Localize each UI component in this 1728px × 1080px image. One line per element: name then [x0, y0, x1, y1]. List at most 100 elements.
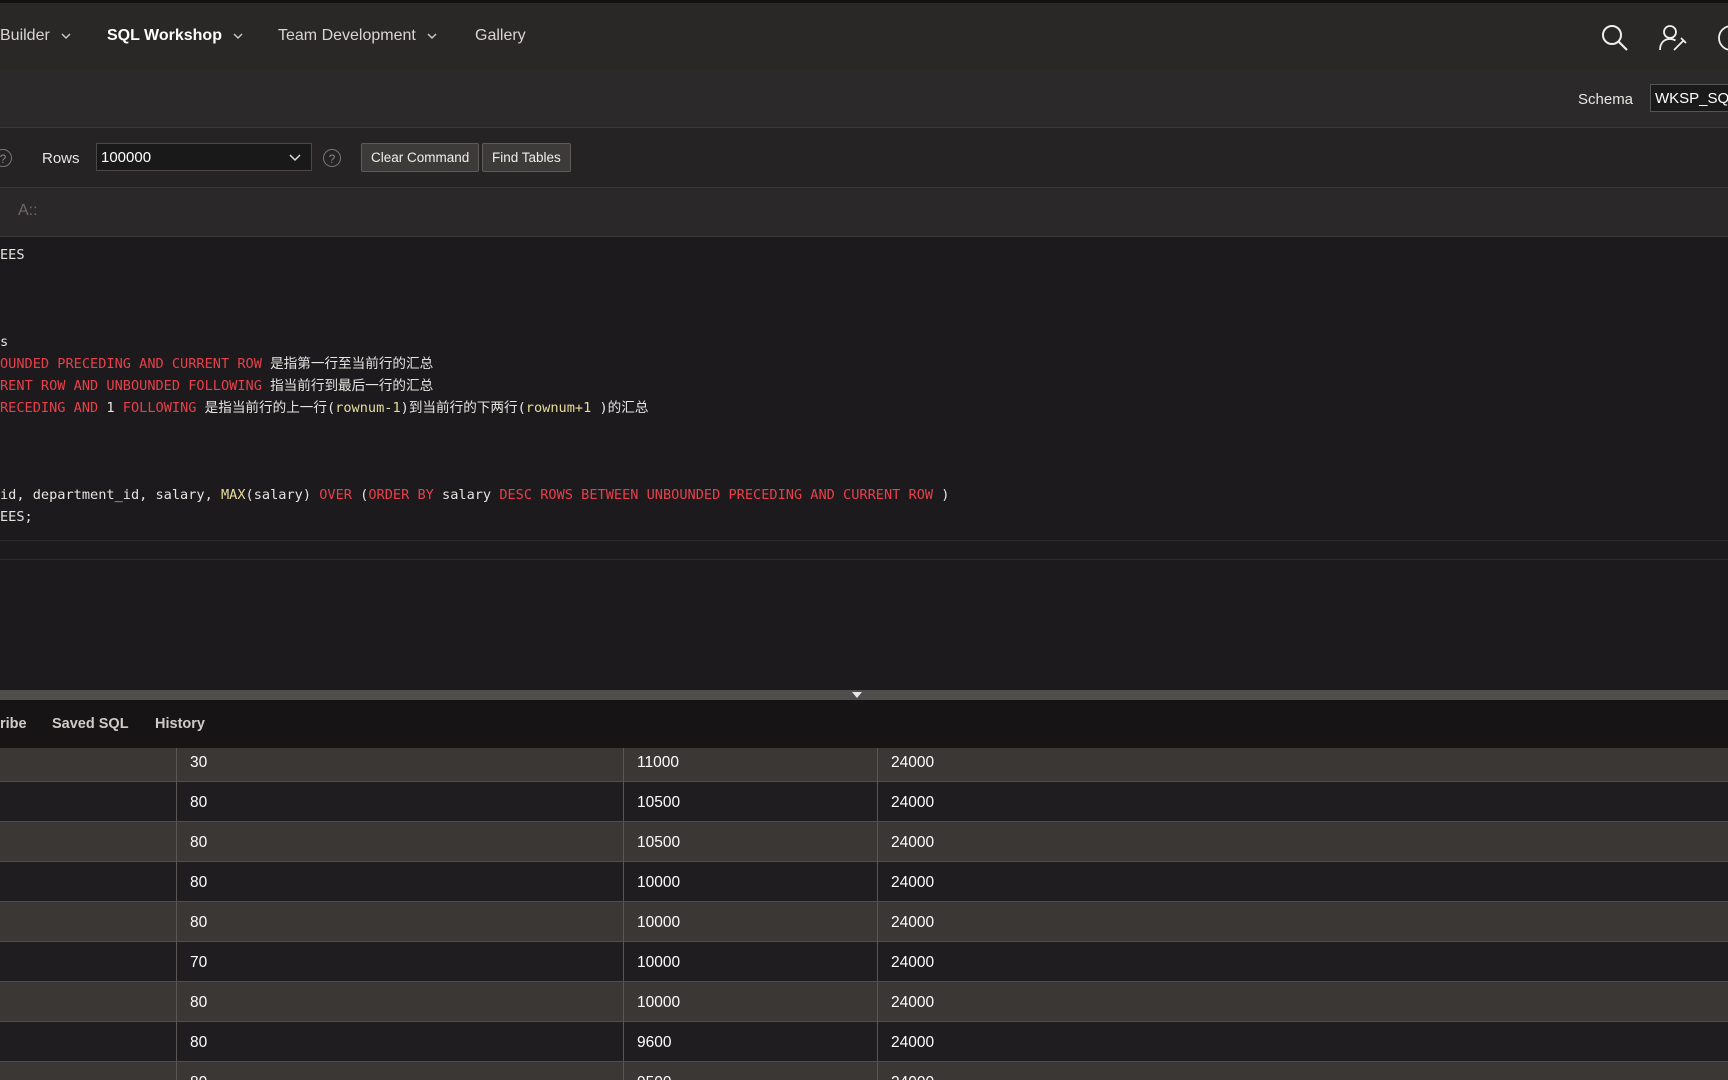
table-row: 70 10000 24000 [0, 942, 1728, 982]
code-token: ORDER BY [368, 486, 434, 503]
nav-gallery[interactable]: Gallery [475, 3, 526, 69]
table-cell: 10000 [637, 914, 681, 931]
editor-toolbar: A:: [0, 188, 1728, 237]
help-icon[interactable] [1716, 23, 1728, 53]
chevron-down-icon [427, 33, 437, 39]
tab-describe[interactable]: ribe [0, 716, 27, 732]
chevron-down-icon [289, 154, 301, 162]
table-row: 80 9600 24000 [0, 1022, 1728, 1062]
tab-history[interactable]: History [155, 716, 205, 732]
code-token: 1 [98, 399, 123, 416]
code-token: 指当前行到最后一行的汇总 [261, 377, 434, 394]
code-line[interactable]: s [0, 332, 8, 352]
results-table: 30 11000 24000 80 10500 24000 80 10500 24000 80 10… [0, 748, 1728, 1080]
table-cell: 24000 [877, 1062, 934, 1080]
table-cell: 80 [190, 994, 208, 1011]
command-toolbar: ? Rows 100000 ? Clear Command Find Table… [0, 128, 1728, 188]
code-token: rownum+1 [525, 399, 592, 416]
code-line[interactable]: RENT ROW AND UNBOUNDED FOLLOWING 指当前行到最后… [0, 376, 433, 396]
search-icon[interactable] [1600, 23, 1630, 53]
table-row: 80 10500 24000 [0, 782, 1728, 822]
code-token: OUNDED PRECEDING AND CURRENT ROW [0, 356, 262, 372]
table-cell: 11000 [637, 754, 679, 771]
table-cell: 80 [190, 1034, 208, 1051]
table-row: 80 9500 24000 [0, 1062, 1728, 1080]
code-token: OVER [319, 486, 352, 503]
code-token: 是指当前行的上一行( [196, 399, 336, 416]
rows-help-glyph: ? [328, 152, 336, 166]
help-icon-glyph: ? [0, 152, 7, 166]
table-cell: 70 [190, 954, 208, 971]
rows-select-value: 100000 [101, 149, 152, 166]
code-token: DESC ROWS BETWEEN UNBOUNDED PRECEDING AN… [499, 486, 934, 503]
nav-team-development[interactable]: Team Development [278, 3, 438, 69]
table-cell: 24000 [891, 914, 935, 931]
table-cell: 24000 [891, 954, 935, 971]
table-cell: 80 [190, 914, 208, 931]
tab-saved-sql[interactable]: Saved SQL [52, 716, 129, 732]
code-token: )到当前行的下两行( [400, 399, 526, 416]
table-cell: 24000 [891, 834, 935, 851]
chevron-down-icon [233, 33, 243, 39]
table-cell: 24000 [891, 1034, 935, 1051]
table-row: 80 10000 24000 [0, 982, 1728, 1022]
collapse-arrow-icon[interactable] [852, 692, 862, 698]
table-cell: 10000 [637, 954, 681, 971]
nav-app-builder-label: Builder [0, 27, 50, 44]
nav-sql-workshop-label: SQL Workshop [107, 27, 222, 44]
table-row: 30 11000 24000 [0, 748, 1728, 782]
code-token: id, department_id, salary, [0, 486, 221, 503]
rows-help-icon[interactable]: ? [323, 149, 341, 167]
code-token: ) [933, 486, 950, 503]
top-nav-bar: Builder SQL Workshop Team Development Ga… [0, 0, 1728, 69]
current-line-highlight [0, 540, 1728, 560]
schema-bar: Schema WKSP_SQL [0, 69, 1728, 128]
table-cell: 10000 [637, 874, 681, 891]
help-icon[interactable]: ? [0, 149, 12, 167]
table-cell: 9500 [623, 1062, 671, 1080]
pane-splitter[interactable] [0, 690, 1728, 700]
code-token: )的汇总 [591, 399, 649, 416]
code-token: RENT ROW AND UNBOUNDED FOLLOWING [0, 377, 262, 394]
font-size-icon[interactable]: A:: [18, 202, 38, 220]
nav-gallery-label: Gallery [475, 27, 526, 44]
table-cell: 24000 [891, 994, 935, 1011]
nav-app-builder[interactable]: Builder [0, 3, 72, 69]
table-cell: 9600 [637, 1034, 672, 1051]
rows-select[interactable]: 100000 [96, 143, 312, 171]
table-cell: 80 [190, 794, 208, 811]
nav-sql-workshop[interactable]: SQL Workshop [107, 3, 244, 69]
table-cell: 24000 [891, 874, 935, 891]
code-token: EES; [0, 508, 33, 525]
code-line[interactable]: EES [0, 245, 25, 265]
code-token: s [0, 334, 9, 351]
table-cell: 10500 [637, 834, 681, 851]
results-tabs: ribe Saved SQL History [0, 700, 1728, 748]
sql-editor[interactable]: EES s OUNDED PRECEDING AND CURRENT ROW 是指第… [0, 237, 1728, 690]
code-token: MAX [220, 486, 246, 503]
code-line[interactable]: OUNDED PRECEDING AND CURRENT ROW 是指第一行至当… [0, 354, 433, 374]
code-token: 是指第一行至当前行的汇总 [261, 356, 434, 372]
code-line[interactable]: EES; [0, 507, 33, 527]
user-settings-icon[interactable] [1658, 23, 1688, 53]
table-cell: 80 [176, 1062, 207, 1080]
table-cell: 10500 [637, 794, 681, 811]
nav-team-development-label: Team Development [278, 27, 416, 44]
schema-label: Schema [1578, 91, 1634, 108]
table-cell: 30 [190, 754, 208, 771]
table-cell: 24000 [891, 794, 935, 811]
code-token: (salary) [245, 486, 320, 503]
code-line[interactable]: id, department_id, salary, MAX(salary) O… [0, 485, 949, 505]
schema-select[interactable]: WKSP_SQL [1650, 84, 1728, 112]
table-row: 80 10000 24000 [0, 902, 1728, 942]
table-cell: 80 [190, 834, 208, 851]
code-token: RECEDING AND [0, 399, 99, 416]
table-cell: 24000 [891, 754, 935, 771]
chevron-down-icon [61, 33, 71, 39]
clear-command-button[interactable]: Clear Command [361, 143, 480, 172]
table-row: 80 10500 24000 [0, 822, 1728, 862]
code-line[interactable]: RECEDING AND 1 FOLLOWING 是指当前行的上一行(rownu… [0, 398, 648, 418]
code-token: ( [351, 486, 369, 503]
code-token: salary [433, 486, 500, 503]
find-tables-button[interactable]: Find Tables [482, 143, 571, 172]
